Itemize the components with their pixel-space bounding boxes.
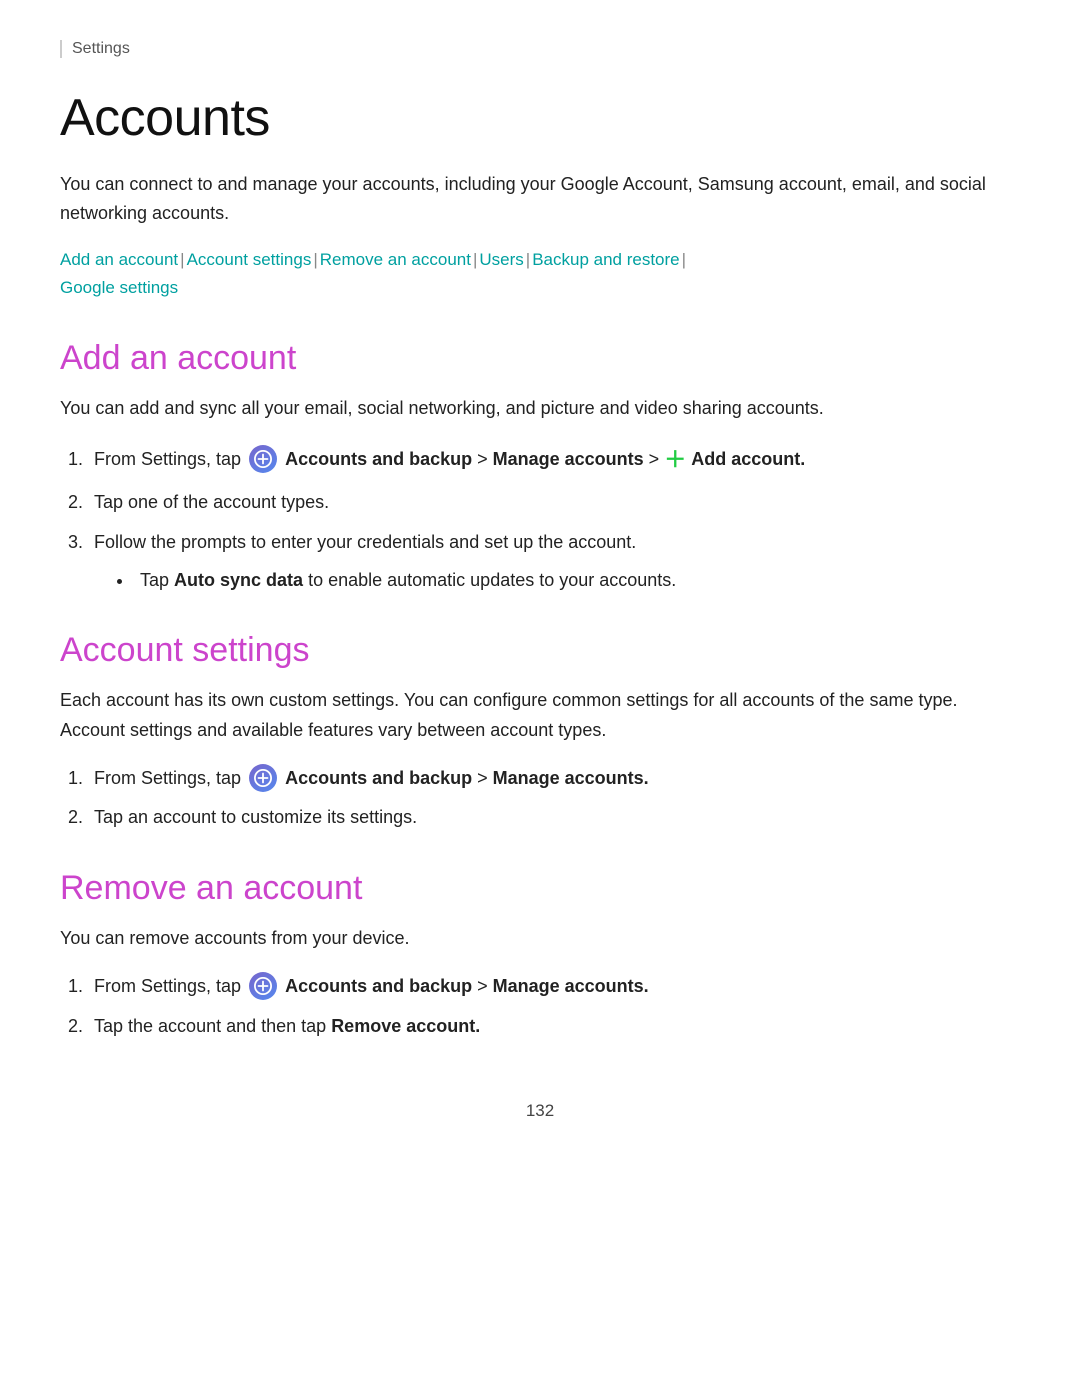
section-remove-account: Remove an account You can remove account… [60,869,1020,1041]
accounts-backup-icon [249,445,277,473]
step-remove-account-1: From Settings, tap Accounts and backup >… [88,972,1020,1002]
section-title-add-account: Add an account [60,339,1020,378]
step-remove-account-2: Tap the account and then tap Remove acco… [88,1012,1020,1042]
section-title-remove-account: Remove an account [60,869,1020,908]
nav-links: Add an account|Account settings|Remove a… [60,246,1020,304]
nav-link-backup[interactable]: Backup and restore [532,250,679,269]
step-account-settings-2: Tap an account to customize its settings… [88,803,1020,833]
plus-icon: ＋ [664,447,686,472]
steps-list-remove-account: From Settings, tap Accounts and backup >… [60,972,1020,1041]
section-desc-account-settings: Each account has its own custom settings… [60,686,1020,745]
bullet-list-add-account: Tap Auto sync data to enable automatic u… [94,566,1020,596]
steps-list-account-settings: From Settings, tap Accounts and backup >… [60,764,1020,833]
step-add-account-1: From Settings, tap Accounts and backup >… [88,442,1020,478]
nav-link-account-settings[interactable]: Account settings [187,250,312,269]
step-account-settings-1: From Settings, tap Accounts and backup >… [88,764,1020,794]
step-add-account-2: Tap one of the account types. [88,488,1020,518]
steps-list-add-account: From Settings, tap Accounts and backup >… [60,442,1020,595]
section-desc-remove-account: You can remove accounts from your device… [60,924,1020,954]
nav-link-google-settings[interactable]: Google settings [60,278,178,297]
accounts-backup-icon-3 [249,972,277,1000]
settings-label: Settings [60,40,1020,58]
accounts-backup-icon-2 [249,764,277,792]
section-account-settings: Account settings Each account has its ow… [60,631,1020,833]
step-add-account-3: Follow the prompts to enter your credent… [88,528,1020,595]
bullet-auto-sync: Tap Auto sync data to enable automatic u… [134,566,1020,596]
nav-link-add-account[interactable]: Add an account [60,250,178,269]
nav-link-remove-account[interactable]: Remove an account [320,250,471,269]
page-number: 132 [60,1101,1020,1121]
section-desc-add-account: You can add and sync all your email, soc… [60,394,1020,424]
intro-text: You can connect to and manage your accou… [60,170,1020,228]
nav-link-users[interactable]: Users [479,250,523,269]
section-add-account: Add an account You can add and sync all … [60,339,1020,595]
page-title: Accounts [60,88,1020,148]
section-title-account-settings: Account settings [60,631,1020,670]
